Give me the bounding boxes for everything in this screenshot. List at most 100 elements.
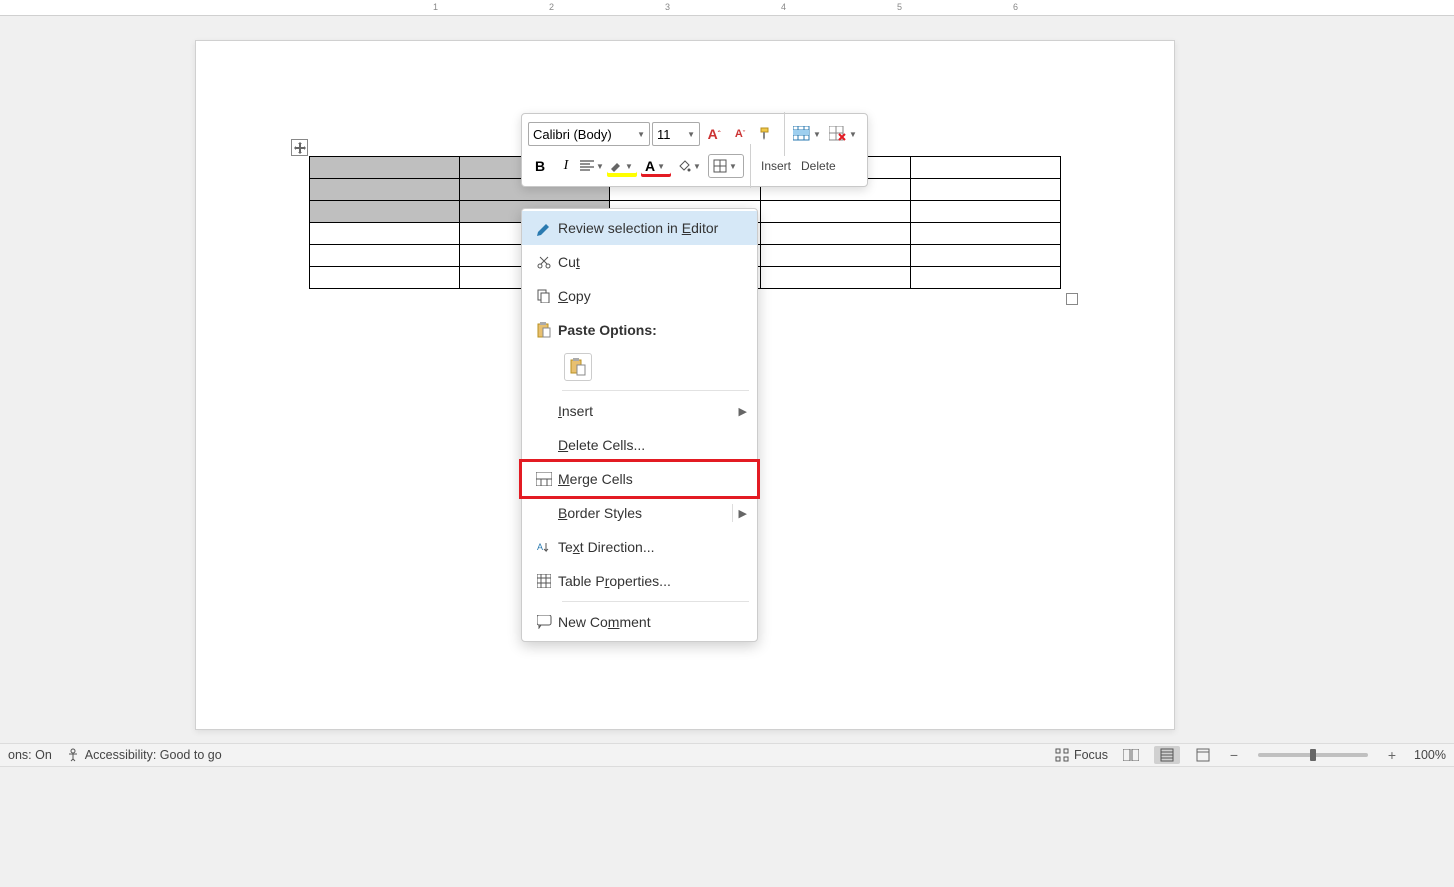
menu-label: New Comment (558, 614, 747, 630)
chevron-down-icon: ▼ (849, 130, 857, 139)
table-cell[interactable] (760, 201, 910, 223)
svg-text:A: A (537, 542, 543, 552)
status-bar: ons: On Accessibility: Good to go Focus … (0, 743, 1454, 767)
status-accessibility[interactable]: Accessibility: Good to go (66, 748, 222, 762)
separator (562, 601, 749, 602)
menu-label: Text Direction... (558, 539, 747, 555)
chevron-down-icon: ▼ (813, 130, 821, 139)
menu-insert[interactable]: Insert ▶ (522, 394, 757, 428)
table-cell[interactable] (310, 245, 460, 267)
status-text: ons: On (8, 748, 52, 762)
web-layout-button[interactable] (1190, 746, 1216, 764)
menu-label: Insert (558, 403, 739, 419)
status-text: Focus (1074, 748, 1108, 762)
zoom-in-button[interactable]: + (1384, 747, 1400, 763)
chevron-down-icon: ▼ (625, 162, 633, 171)
font-name-select[interactable]: Calibri (Body) ▼ (528, 122, 650, 146)
italic-button[interactable]: I (554, 154, 578, 178)
scissors-icon (530, 255, 558, 269)
shading-button[interactable]: ▼ (674, 154, 706, 178)
zoom-percentage[interactable]: 100% (1410, 748, 1446, 762)
read-mode-icon (1123, 749, 1139, 761)
menu-text-direction[interactable]: A Text Direction... (522, 530, 757, 564)
menu-paste-option-keep-source[interactable] (522, 347, 757, 387)
zoom-slider[interactable] (1258, 753, 1368, 757)
menu-label: Paste Options: (558, 322, 747, 338)
borders-button[interactable]: ▼ (708, 154, 744, 178)
table-cell[interactable] (910, 223, 1060, 245)
grow-font-button[interactable]: Aˆ (702, 122, 726, 146)
menu-border-styles[interactable]: Border Styles ▶ (522, 496, 757, 530)
pen-icon (530, 220, 558, 236)
zoom-out-button[interactable]: − (1226, 747, 1242, 763)
ruler-mark: 1 (433, 2, 438, 12)
menu-copy[interactable]: Copy (522, 279, 757, 313)
table-cell[interactable] (310, 223, 460, 245)
menu-new-comment[interactable]: New Comment (522, 605, 757, 639)
align-icon (580, 160, 594, 172)
chevron-down-icon: ▼ (657, 162, 665, 171)
chevron-down-icon: ▼ (729, 162, 737, 171)
menu-cut[interactable]: Cut (522, 245, 757, 279)
font-size-value: 11 (657, 127, 671, 142)
table-cell[interactable] (910, 201, 1060, 223)
table-cell[interactable] (310, 157, 460, 179)
format-painter-button[interactable] (754, 122, 778, 146)
table-cell[interactable] (910, 179, 1060, 201)
table-cell[interactable] (310, 201, 460, 223)
focus-icon (1055, 748, 1069, 762)
table-cell[interactable] (910, 157, 1060, 179)
horizontal-ruler[interactable]: 1 2 3 4 5 6 (0, 0, 1454, 16)
accessibility-icon (66, 748, 80, 762)
focus-mode-button[interactable]: Focus (1055, 748, 1108, 762)
align-button[interactable]: ▼ (580, 154, 604, 178)
delete-label: Delete (801, 159, 836, 173)
chevron-right-icon: ▶ (739, 405, 747, 418)
paint-bucket-icon (677, 159, 691, 173)
menu-merge-cells[interactable]: Merge Cells (522, 462, 757, 496)
table-cell[interactable] (760, 267, 910, 289)
format-painter-icon (758, 126, 774, 142)
font-color-button[interactable]: A▼ (640, 154, 672, 178)
ruler-mark: 4 (781, 2, 786, 12)
table-cell[interactable] (910, 245, 1060, 267)
web-layout-icon (1196, 748, 1210, 762)
chevron-down-icon: ▼ (693, 162, 701, 171)
status-text: Accessibility: Good to go (85, 748, 222, 762)
move-icon (294, 142, 306, 154)
table-properties-icon (530, 574, 558, 588)
separator (562, 390, 749, 391)
table-cell[interactable] (310, 267, 460, 289)
menu-delete-cells[interactable]: Delete Cells... (522, 428, 757, 462)
highlight-color-button[interactable]: ▼ (606, 154, 638, 178)
paste-keep-source-icon (564, 353, 592, 381)
shrink-font-button[interactable]: Aˇ (728, 122, 752, 146)
table-cell[interactable] (910, 267, 1060, 289)
merge-cells-icon (530, 472, 558, 486)
print-layout-button[interactable] (1154, 746, 1180, 764)
print-layout-icon (1160, 748, 1174, 762)
font-size-select[interactable]: 11 ▼ (652, 122, 700, 146)
delete-table-split-button[interactable]: ▼ (827, 122, 861, 146)
read-mode-button[interactable] (1118, 746, 1144, 764)
table-move-handle[interactable] (291, 139, 308, 156)
menu-review-editor[interactable]: Review selection in Editor (522, 211, 757, 245)
divider (732, 504, 733, 522)
delete-button[interactable]: Delete (797, 157, 840, 175)
ruler-mark: 5 (897, 2, 902, 12)
insert-table-split-button[interactable]: ▼ (791, 122, 825, 146)
zoom-slider-thumb[interactable] (1310, 749, 1316, 761)
menu-label: Merge Cells (558, 471, 747, 487)
menu-table-properties[interactable]: Table Properties... (522, 564, 757, 598)
table-cell[interactable] (310, 179, 460, 201)
table-cell[interactable] (760, 245, 910, 267)
chevron-down-icon: ▼ (637, 130, 645, 139)
chevron-right-icon: ▶ (739, 507, 747, 520)
mini-toolbar: Calibri (Body) ▼ 11 ▼ Aˆ Aˇ ▼ ▼ B I ▼ (521, 113, 868, 187)
status-predictions[interactable]: ons: On (8, 748, 52, 762)
insert-button[interactable]: Insert (757, 157, 795, 175)
table-cell[interactable] (760, 223, 910, 245)
table-resize-handle[interactable] (1066, 293, 1078, 305)
menu-label: Review selection in Editor (558, 220, 747, 236)
bold-button[interactable]: B (528, 154, 552, 178)
